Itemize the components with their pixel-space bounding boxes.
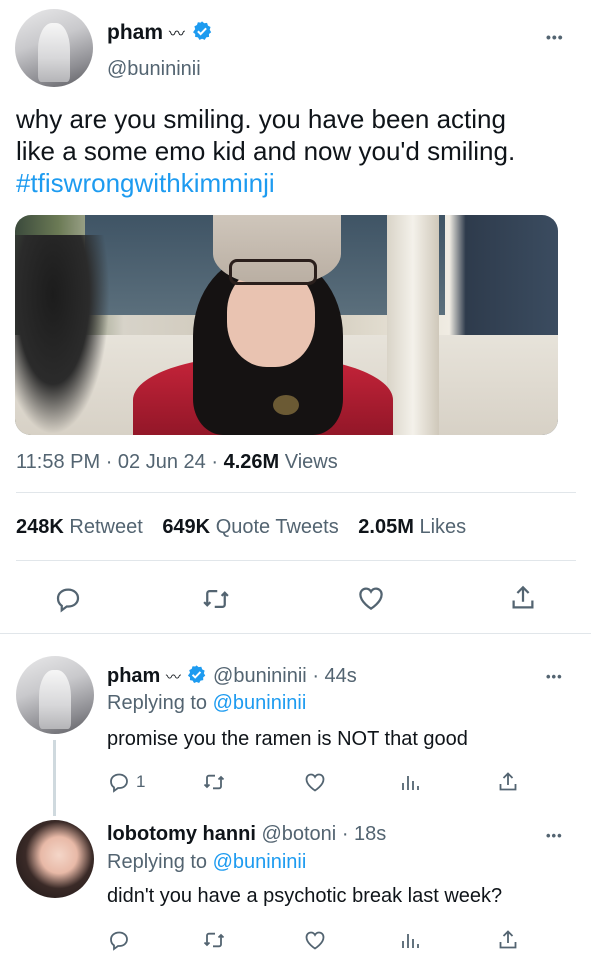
more-icon[interactable]: ••• [546, 30, 564, 44]
share-icon[interactable] [496, 927, 520, 953]
tweet-time[interactable]: 11:58 PM [16, 451, 100, 473]
retweets-label: Retweet [69, 516, 143, 538]
share-icon[interactable] [508, 582, 538, 614]
like-icon[interactable] [355, 583, 387, 613]
retweets-count: 248K [16, 516, 64, 538]
reply-time[interactable]: 44s [325, 665, 357, 687]
glasses [229, 259, 317, 285]
more-icon[interactable]: ••• [546, 829, 563, 842]
replying-to-label: Replying to [107, 692, 208, 714]
quotes-stat[interactable]: 649K Quote Tweets [162, 516, 344, 538]
meta-separator: · [211, 451, 219, 473]
like-icon[interactable] [302, 770, 328, 794]
tweet-hashtag[interactable]: #tfiswrongwithkimminji [16, 167, 581, 199]
meta-separator: · [341, 823, 349, 845]
divider [0, 633, 591, 634]
share-icon[interactable] [496, 769, 520, 795]
author-handle[interactable]: @bunininii [107, 58, 201, 81]
reply-icon[interactable] [107, 928, 131, 952]
analytics-icon[interactable] [398, 928, 422, 952]
replying-to: Replying to @bunininii [107, 692, 306, 715]
name-emoji: 〰 [168, 26, 185, 43]
verified-badge-icon [191, 20, 213, 48]
thread-line [53, 740, 56, 816]
likes-count: 2.05M [358, 516, 414, 538]
reply-avatar[interactable] [16, 820, 94, 898]
quotes-label: Quote Tweets [215, 516, 339, 538]
more-icon[interactable]: ••• [546, 670, 563, 683]
views-count: 4.26M [223, 451, 280, 473]
retweet-icon[interactable] [200, 584, 232, 614]
reply-count: 1 [136, 772, 146, 791]
meta-separator: · [105, 451, 113, 473]
reply-text: didn't you have a psychotic break last w… [107, 885, 503, 907]
replying-to: Replying to @bunininii [107, 851, 306, 874]
verified-badge-icon [186, 664, 207, 691]
pillar [387, 215, 439, 435]
retweets-stat[interactable]: 248K Retweet [16, 516, 148, 538]
reply-author-handle[interactable]: @botoni [261, 823, 336, 845]
reply-text: promise you the ramen is NOT that good [107, 728, 468, 750]
media-scene [15, 215, 558, 435]
author-avatar[interactable] [15, 9, 93, 87]
divider [16, 560, 576, 561]
views-label: Views [284, 451, 338, 473]
quotes-count: 649K [162, 516, 211, 538]
reply-time[interactable]: 18s [354, 823, 386, 845]
reply-author-name[interactable]: pham [107, 665, 160, 687]
reply-header: pham 〰 @bunininii · 44s [107, 664, 357, 691]
reply-avatar[interactable] [16, 656, 94, 734]
tweet-meta: 11:58 PM · 02 Jun 24 · 4.26M Views [16, 451, 338, 474]
reply-icon[interactable] [107, 770, 131, 794]
name-emoji: 〰 [165, 669, 181, 686]
reply-author-name[interactable]: lobotomy hanni [107, 823, 256, 845]
person-left [15, 235, 110, 435]
author-name[interactable]: pham [107, 21, 163, 44]
replying-to-handle[interactable]: @bunininii [213, 692, 307, 714]
author-name-row[interactable]: pham 〰 [107, 20, 213, 48]
tweet-text-line: why are you smiling. you have been actin… [16, 104, 506, 134]
reply-header: lobotomy hanni @botoni · 18s [107, 823, 386, 846]
meta-separator: · [312, 665, 319, 687]
analytics-icon[interactable] [398, 770, 422, 794]
replying-to-label: Replying to [107, 851, 208, 873]
tweet-date[interactable]: 02 Jun 24 [118, 451, 206, 473]
tweet-text: why are you smiling. you have been actin… [16, 103, 581, 199]
tweet-text-line: like a some emo kid and now you'd smilin… [16, 136, 516, 166]
likes-stat[interactable]: 2.05M Likes [358, 516, 466, 538]
likes-label: Likes [419, 516, 467, 538]
retweet-icon[interactable] [201, 770, 227, 794]
replying-to-handle[interactable]: @bunininii [213, 851, 307, 873]
divider [16, 492, 576, 493]
reply-icon[interactable] [53, 584, 83, 614]
tweet-media-image[interactable] [15, 215, 558, 435]
like-icon[interactable] [302, 928, 328, 952]
necklace [273, 395, 299, 415]
tweet-stats: 248K Retweet 649K Quote Tweets 2.05M Lik… [16, 516, 466, 539]
retweet-icon[interactable] [201, 928, 227, 952]
reply-author-handle[interactable]: @bunininii [213, 665, 307, 687]
